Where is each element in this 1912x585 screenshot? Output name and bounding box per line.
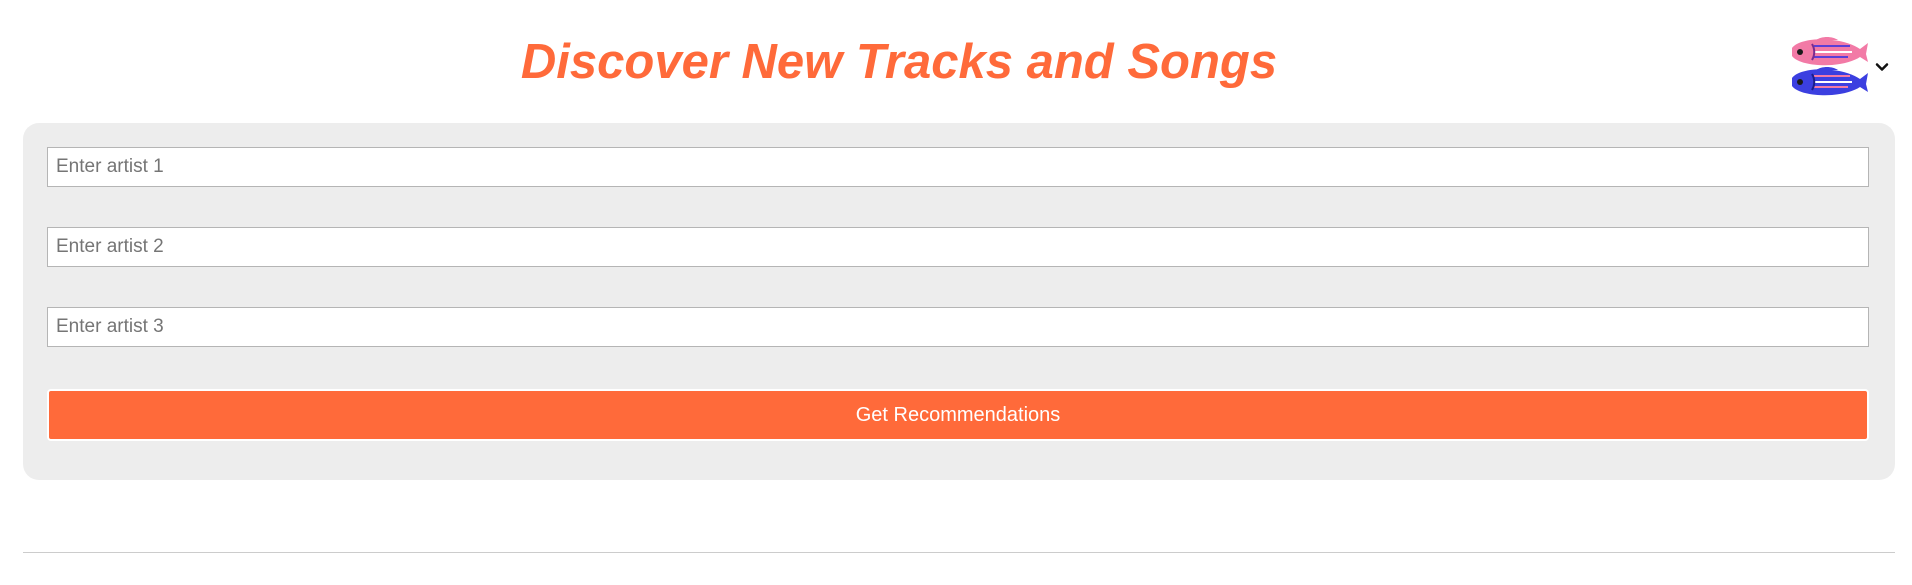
divider — [23, 552, 1895, 553]
language-switcher[interactable] — [1788, 36, 1896, 98]
fish-flag-icon — [1792, 37, 1868, 96]
artist-3-input[interactable] — [47, 307, 1869, 347]
chevron-down-icon — [1875, 63, 1889, 71]
page-title: Discover New Tracks and Songs — [520, 35, 1278, 89]
get-recommendations-button[interactable]: Get Recommendations — [47, 389, 1869, 441]
artist-1-input[interactable] — [47, 147, 1869, 187]
artist-2-input[interactable] — [47, 227, 1869, 267]
artist-form: Get Recommendations — [23, 123, 1895, 480]
page: Discover New Tracks and Songs Enter arti… — [0, 0, 1912, 585]
